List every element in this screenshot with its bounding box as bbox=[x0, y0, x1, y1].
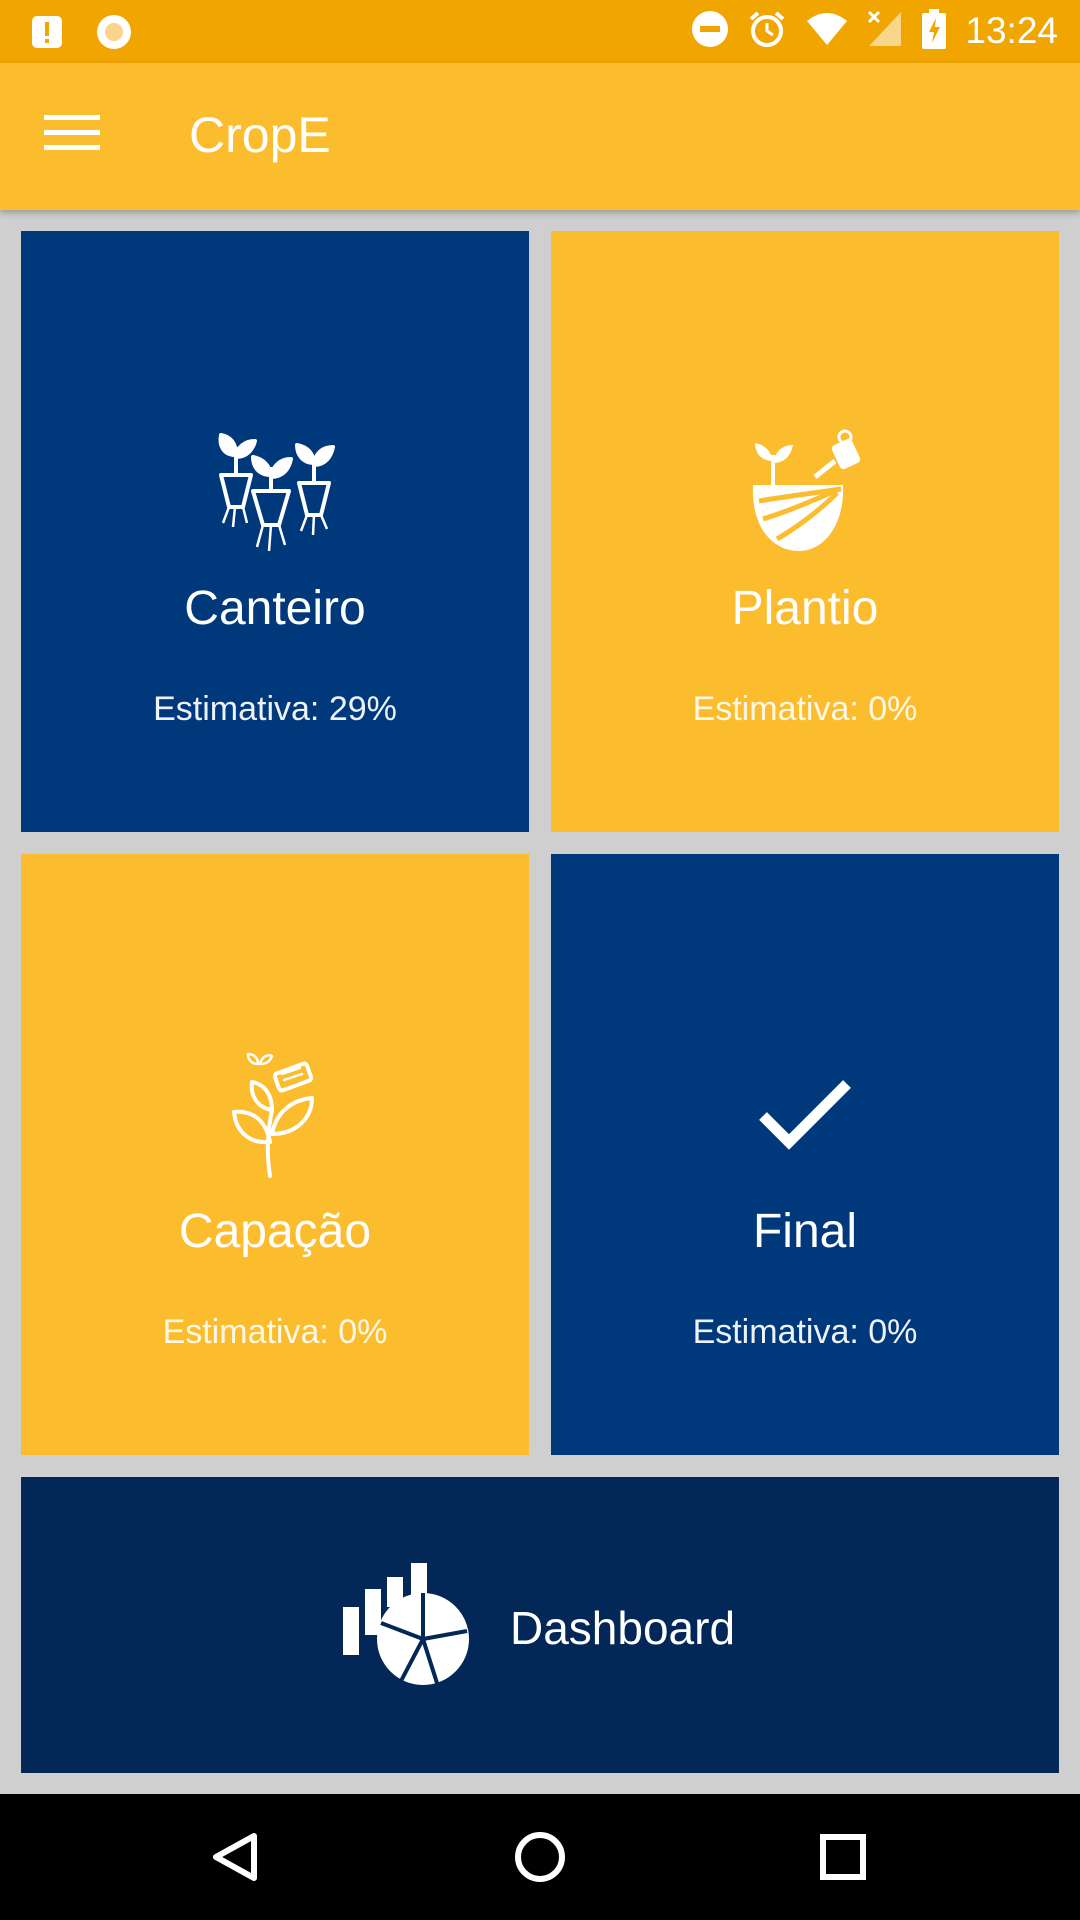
tile-final[interactable]: Final Estimativa: 0% bbox=[551, 854, 1059, 1455]
alarm-icon bbox=[747, 9, 787, 54]
home-icon[interactable] bbox=[505, 1822, 575, 1892]
do-not-disturb-icon bbox=[691, 10, 729, 53]
tile-title: Canteiro bbox=[184, 582, 366, 635]
dashboard-button[interactable]: Dashboard bbox=[21, 1477, 1059, 1773]
recents-icon[interactable] bbox=[808, 1822, 878, 1892]
battery-charging-icon bbox=[921, 8, 947, 54]
tile-canteiro[interactable]: Canteiro Estimativa: 29% bbox=[21, 231, 529, 832]
status-bar-right: 13:24 bbox=[691, 8, 1058, 54]
checkmark-icon bbox=[757, 1076, 853, 1157]
tile-estimate: Estimativa: 0% bbox=[692, 690, 918, 728]
tile-title: Plantio bbox=[731, 582, 879, 635]
tile-plantio[interactable]: Plantio Estimativa: 0% bbox=[551, 231, 1059, 832]
record-icon bbox=[94, 12, 134, 57]
plant-scissors-icon bbox=[230, 1050, 320, 1183]
hamburger-menu-icon[interactable] bbox=[44, 115, 100, 157]
signal-icon bbox=[867, 10, 903, 53]
app-title: CropE bbox=[189, 107, 331, 163]
tile-estimate: Estimativa: 0% bbox=[162, 1313, 388, 1351]
status-time: 13:24 bbox=[965, 10, 1058, 51]
status-bar-left bbox=[30, 12, 134, 57]
field-watering-icon bbox=[743, 427, 867, 562]
tile-title: Capação bbox=[178, 1205, 372, 1258]
tile-estimate: Estimativa: 29% bbox=[153, 690, 397, 728]
alert-notification-icon bbox=[30, 14, 64, 55]
status-bar: 13:24 bbox=[0, 0, 1080, 63]
wifi-icon bbox=[805, 11, 849, 52]
app-toolbar: CropE bbox=[0, 63, 1080, 210]
tile-capacao[interactable]: Capação Estimativa: 0% bbox=[21, 854, 529, 1455]
tile-title: Final bbox=[752, 1205, 858, 1258]
seedlings-icon bbox=[213, 427, 337, 560]
dashboard-label: Dashboard bbox=[510, 1602, 736, 1654]
navigation-bar bbox=[0, 1794, 1080, 1920]
back-icon[interactable] bbox=[202, 1822, 272, 1892]
tile-estimate: Estimativa: 0% bbox=[692, 1313, 918, 1351]
bar-pie-chart-icon bbox=[341, 1561, 469, 1690]
